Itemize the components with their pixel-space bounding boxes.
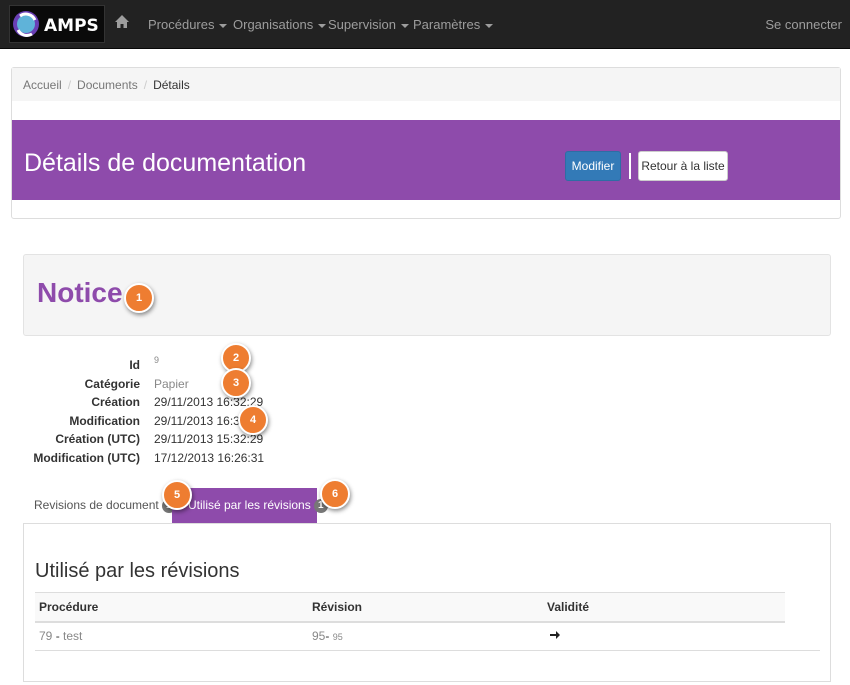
detail-label: Modification (UTC) bbox=[33, 451, 140, 465]
table-header: Procédure Révision Validité bbox=[35, 592, 785, 623]
nav-organisations-label: Organisations bbox=[233, 17, 314, 32]
logo-graphic: AMPS bbox=[13, 11, 99, 37]
nav-procedures-label: Procédures bbox=[148, 17, 215, 32]
nav-procedures[interactable]: Procédures bbox=[148, 17, 228, 32]
nav-supervision-label: Supervision bbox=[328, 17, 396, 32]
amps-logo[interactable]: AMPS bbox=[9, 5, 105, 43]
page-title: Détails de documentation bbox=[24, 149, 307, 177]
logo-text: AMPS bbox=[44, 16, 99, 36]
revision-separator: - bbox=[325, 629, 333, 643]
column-header-validity: Validité bbox=[547, 600, 590, 614]
breadcrumb-documents[interactable]: Documents bbox=[77, 78, 138, 92]
chevron-down-icon bbox=[219, 23, 228, 28]
column-header-revision: Révision bbox=[312, 600, 363, 614]
detail-value: Papier bbox=[154, 377, 189, 391]
tab-content-panel: Utilisé par les révisions Procédure Révi… bbox=[23, 524, 831, 682]
title-bar: Détails de documentation Modifier Retour… bbox=[12, 120, 840, 200]
arrow-right-icon[interactable] bbox=[549, 629, 561, 641]
breadcrumb-details: Détails bbox=[153, 78, 190, 92]
detail-value: 17/12/2013 16:26:31 bbox=[154, 451, 265, 465]
breadcrumb-accueil[interactable]: Accueil bbox=[23, 78, 62, 92]
nav-parametres-label: Paramètres bbox=[413, 17, 481, 32]
revision-link[interactable]: 95- 95 bbox=[312, 629, 343, 643]
annotation-marker: 4 bbox=[238, 405, 268, 435]
detail-row-modification-utc: Modification (UTC) 17/12/2013 16:26:31 bbox=[0, 451, 850, 469]
detail-value: 29/11/2013 15:32:29 bbox=[154, 432, 264, 446]
tab-label: Revisions de document bbox=[34, 498, 159, 512]
detail-row-creation: Création 29/11/2013 16:32:29 bbox=[0, 395, 850, 413]
detail-label: Création (UTC) bbox=[55, 432, 140, 446]
detail-row-categorie: Catégorie Papier bbox=[0, 377, 850, 395]
breadcrumb-separator: / bbox=[143, 78, 148, 92]
breadcrumb-separator: / bbox=[67, 78, 72, 92]
divider bbox=[629, 153, 631, 179]
annotation-marker: 3 bbox=[221, 368, 251, 398]
top-navbar: AMPS Procédures Organisations Supervisio… bbox=[0, 0, 850, 49]
annotation-marker: 6 bbox=[320, 479, 350, 509]
nav-parametres[interactable]: Paramètres bbox=[413, 17, 494, 32]
column-header-procedure: Procédure bbox=[39, 600, 99, 614]
tab-label: Utilisé par les révisions bbox=[188, 498, 311, 512]
annotation-marker: 1 bbox=[124, 283, 154, 313]
back-to-list-button[interactable]: Retour à la liste bbox=[638, 151, 728, 181]
tab-document-revisions[interactable]: Revisions de document1 bbox=[23, 488, 176, 524]
detail-row-id: Id 9 bbox=[0, 355, 850, 376]
procedure-name: test bbox=[63, 629, 83, 643]
detail-label: Catégorie bbox=[84, 377, 140, 391]
nav-organisations[interactable]: Organisations bbox=[233, 17, 327, 32]
detail-label: Id bbox=[129, 358, 140, 372]
login-link[interactable]: Se connecter bbox=[765, 17, 842, 32]
chevron-down-icon bbox=[318, 23, 327, 28]
annotation-marker: 5 bbox=[162, 480, 192, 510]
table-row: 79 - test 95- 95 bbox=[35, 622, 820, 651]
procedure-link[interactable]: 79 - test bbox=[39, 629, 82, 643]
tab-used-by-revisions[interactable]: Utilisé par les révisions 1 bbox=[172, 488, 328, 524]
detail-row-creation-utc: Création (UTC) 29/11/2013 15:32:29 bbox=[0, 432, 850, 450]
breadcrumb: Accueil / Documents / Détails bbox=[12, 68, 840, 101]
home-icon[interactable] bbox=[114, 14, 130, 30]
document-title: Notice bbox=[37, 277, 123, 308]
modify-button[interactable]: Modifier bbox=[565, 151, 621, 181]
section-title: Utilisé par les révisions bbox=[35, 560, 240, 582]
revision-number: 95 bbox=[312, 629, 326, 643]
detail-label: Modification bbox=[69, 414, 140, 428]
detail-value: 9 bbox=[154, 355, 160, 365]
detail-label: Création bbox=[91, 395, 140, 409]
procedure-separator: - bbox=[52, 629, 64, 643]
procedure-id: 79 bbox=[39, 629, 53, 643]
nav-supervision[interactable]: Supervision bbox=[328, 17, 409, 32]
chevron-down-icon bbox=[485, 23, 494, 28]
header-panel: Accueil / Documents / Détails Détails de doc… bbox=[11, 67, 841, 219]
detail-row-modification: Modification 29/11/2013 16:32:29 bbox=[0, 414, 850, 432]
chevron-down-icon bbox=[400, 23, 409, 28]
revision-sub: 95 bbox=[332, 632, 343, 642]
